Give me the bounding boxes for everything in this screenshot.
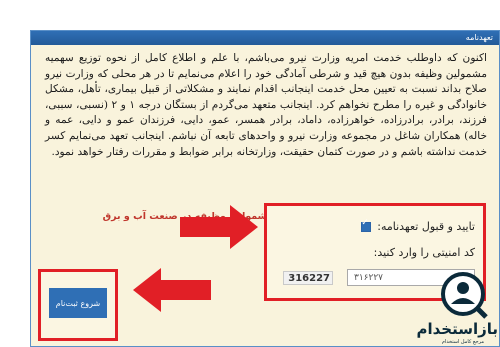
watermark-tagline: مرجع کامل استخدام [441, 339, 485, 345]
start-highlight-box: شروع ثبت‌نام [38, 269, 118, 341]
arrow-right-icon [180, 205, 258, 249]
start-registration-button[interactable]: شروع ثبت‌نام [49, 288, 107, 318]
agree-row: تایید و قبول تعهدنامه: [361, 218, 475, 233]
captcha-image: 316227 [283, 271, 333, 285]
arrow-left-icon [133, 268, 211, 312]
person-icon [441, 272, 488, 319]
pledge-text: اکنون که داوطلب خدمت امریه وزارت نیرو می… [45, 52, 487, 158]
panel-title: تعهدنامه [465, 33, 493, 42]
panel-header: تعهدنامه [31, 31, 499, 45]
watermark-brand: بازاستخدام [416, 320, 498, 338]
agree-checkbox[interactable] [361, 218, 372, 232]
agree-label: تایید و قبول تعهدنامه: [377, 220, 475, 233]
watermark-logo: بازاستخدام مرجع کامل استخدام [416, 270, 498, 346]
captcha-label: کد امنیتی را وارد کنید: [373, 246, 475, 259]
